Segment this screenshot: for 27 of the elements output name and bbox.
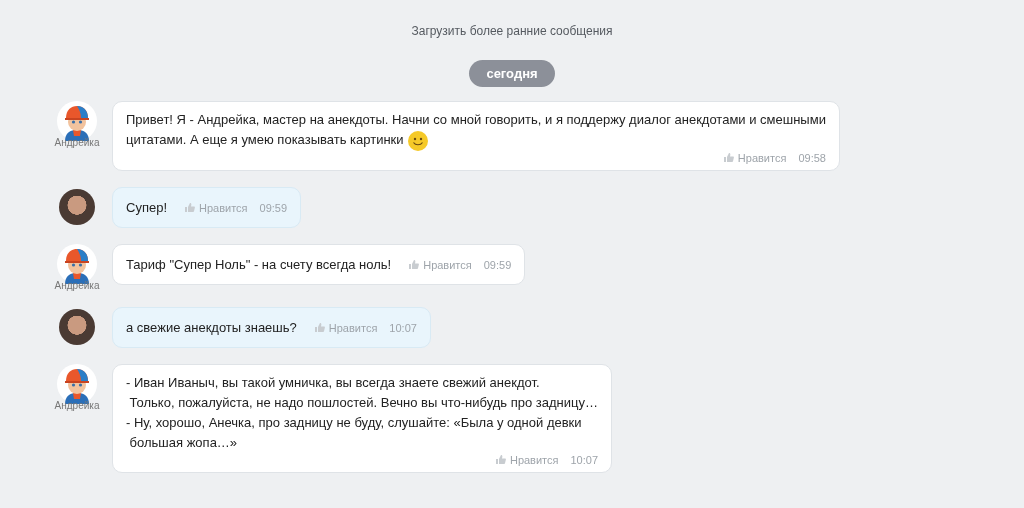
message-time: 10:07 [570,452,598,467]
author-name: Андрейка [54,279,100,291]
avatar-photo-placeholder [59,308,95,345]
thumbs-up-icon [185,203,195,213]
thumbs-up-icon [314,323,325,333]
author-name: Андрейка [54,399,100,411]
message-time: 09:59 [483,257,512,273]
message-time: 10:07 [389,320,417,336]
message-text: - Иван Иваныч, вы такой умничка, вы всегда знаете свежий анекдот. Только, пожалуйста, не надо пошлостей. Вечно вы что-нибудь про задницу… - Ну, хорошо, Анечка, про задницу не буду, слушайте: «Была у одной девки большая жопа…» [126,373,598,452]
like-button[interactable]: Нравится [314,317,378,338]
message-time: 09:59 [259,200,288,216]
message-time: 09:58 [798,150,826,165]
date-badge: сегодня [469,60,555,87]
message-text: а свежие анекдоты знаешь? [126,318,297,337]
avatar-photo-placeholder [59,188,95,225]
like-button[interactable]: Нравится [409,254,472,275]
thumbs-up-icon [409,260,420,270]
thumbs-up-icon [723,153,734,163]
load-earlier-link[interactable]: Загрузить более ранние сообщения [411,24,613,38]
thumbs-up-icon [495,455,506,465]
message-text: Тариф "Супер Ноль" - на счету всегда ноль! [126,255,392,274]
message-text: Привет! Я - Андрейка, мастер на анекдоты. Начни со мной говорить, и я поддержу диалог анекдотами и смешными цитатами. А еще я умею показывать картинки [126,110,826,151]
like-button[interactable]: Нравится [723,150,787,165]
like-button[interactable]: Нравится [495,452,559,467]
like-button[interactable]: Нравится [185,197,248,218]
author-name: Андрейка [54,137,100,148]
message-text: Супер! [126,198,167,217]
